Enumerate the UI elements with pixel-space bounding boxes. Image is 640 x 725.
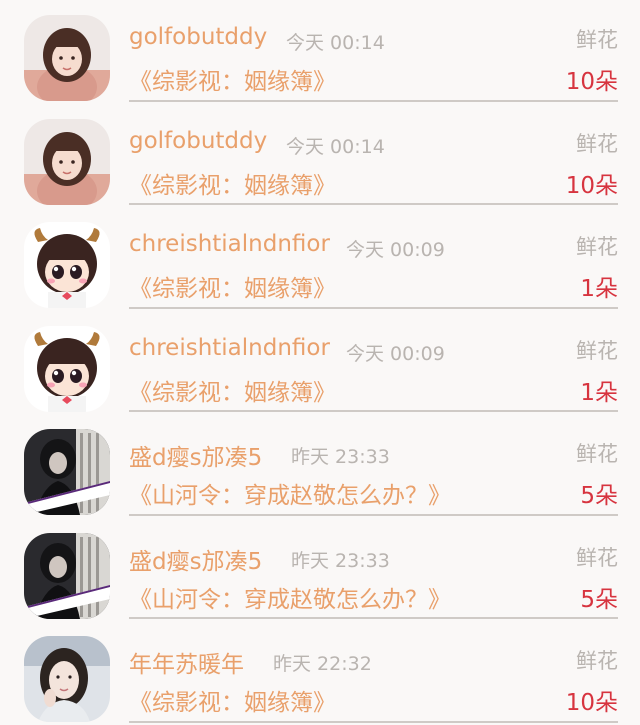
row-divider (129, 99, 618, 102)
flower-label: 鲜花 (576, 131, 618, 156)
girl-pink-sweater-avatar-icon (24, 119, 110, 205)
list-item[interactable]: 盛d瘿s邡凑5 昨天 23:33 鲜花 《山河令：穿成赵敬怎么办？》 5朵 (0, 518, 640, 622)
list-item[interactable]: chreishtialndnfior 今天 00:09 鲜花 《综影视：姻缘簿》… (0, 207, 640, 311)
book-title[interactable]: 《综影视：姻缘簿》 (129, 269, 336, 303)
flower-label: 鲜花 (576, 28, 618, 52)
flower-label: 鲜花 (576, 338, 618, 363)
timestamp: 昨天 23:33 (291, 549, 390, 572)
row-divider (129, 306, 618, 309)
dark-photo-avatar-icon (24, 533, 110, 619)
book-title[interactable]: 《综影视：姻缘簿》 (129, 166, 336, 200)
row-divider (129, 720, 618, 723)
flower-label: 鲜花 (576, 545, 618, 570)
user-name[interactable]: 盛d瘿s邡凑5 (129, 438, 262, 472)
user-name[interactable]: chreishtialndnfior (129, 231, 330, 257)
row-divider (129, 410, 618, 412)
book-title[interactable]: 《山河令：穿成赵敬怎么办？》 (129, 476, 451, 510)
flower-label: 鲜花 (576, 442, 618, 466)
flower-count: 1朵 (580, 276, 618, 302)
user-name[interactable]: golfobutddy (129, 128, 267, 154)
avatar[interactable] (24, 636, 110, 722)
user-name[interactable]: chreishtialndnfior (129, 335, 330, 361)
row-divider (129, 513, 618, 516)
flower-count: 5朵 (580, 483, 618, 509)
flower-count: 1朵 (580, 379, 618, 406)
girl-pink-sweater-avatar-icon (24, 15, 110, 101)
cartoon-cow-girl-avatar-icon (24, 326, 110, 412)
timestamp: 今天 00:09 (346, 342, 445, 365)
book-title[interactable]: 《综影视：姻缘簿》 (129, 373, 336, 407)
timestamp: 昨天 22:32 (273, 653, 372, 675)
avatar[interactable] (24, 533, 110, 619)
timestamp: 今天 00:14 (286, 32, 385, 54)
flower-label: 鲜花 (576, 649, 618, 673)
avatar[interactable] (24, 15, 110, 101)
user-name[interactable]: golfobutddy (129, 24, 267, 50)
cartoon-cow-girl-avatar-icon (24, 222, 110, 308)
gift-list: golfobutddy 今天 00:14 鲜花 《综影视：姻缘簿》 10朵 go… (0, 0, 640, 725)
avatar[interactable] (24, 222, 110, 308)
timestamp: 昨天 23:33 (291, 446, 390, 468)
row-divider (129, 617, 618, 619)
timestamp: 今天 00:09 (346, 239, 445, 261)
flower-count: 5朵 (580, 586, 618, 613)
list-item[interactable]: chreishtialndnfior 今天 00:09 鲜花 《综影视：姻缘簿》… (0, 311, 640, 415)
user-name[interactable]: 盛d瘿s邡凑5 (129, 542, 262, 576)
flower-count: 10朵 (565, 172, 618, 199)
list-item[interactable]: 年年苏暖年 昨天 22:32 鲜花 《综影视：姻缘簿》 10朵 (0, 621, 640, 725)
timestamp: 今天 00:14 (286, 135, 385, 158)
avatar[interactable] (24, 429, 110, 515)
woman-portrait-avatar-icon (24, 636, 110, 722)
book-title[interactable]: 《综影视：姻缘簿》 (129, 62, 336, 96)
flower-count: 10朵 (565, 690, 618, 716)
list-item[interactable]: 盛d瘿s邡凑5 昨天 23:33 鲜花 《山河令：穿成赵敬怎么办？》 5朵 (0, 414, 640, 518)
dark-photo-avatar-icon (24, 429, 110, 515)
row-divider (129, 203, 618, 205)
book-title[interactable]: 《综影视：姻缘簿》 (129, 683, 336, 717)
flower-label: 鲜花 (576, 235, 618, 259)
flower-count: 10朵 (565, 69, 618, 95)
book-title[interactable]: 《山河令：穿成赵敬怎么办？》 (129, 580, 451, 614)
avatar[interactable] (24, 326, 110, 412)
user-name[interactable]: 年年苏暖年 (129, 645, 244, 679)
list-item[interactable]: golfobutddy 今天 00:14 鲜花 《综影视：姻缘簿》 10朵 (0, 104, 640, 208)
avatar[interactable] (24, 119, 110, 205)
list-item[interactable]: golfobutddy 今天 00:14 鲜花 《综影视：姻缘簿》 10朵 (0, 0, 640, 104)
